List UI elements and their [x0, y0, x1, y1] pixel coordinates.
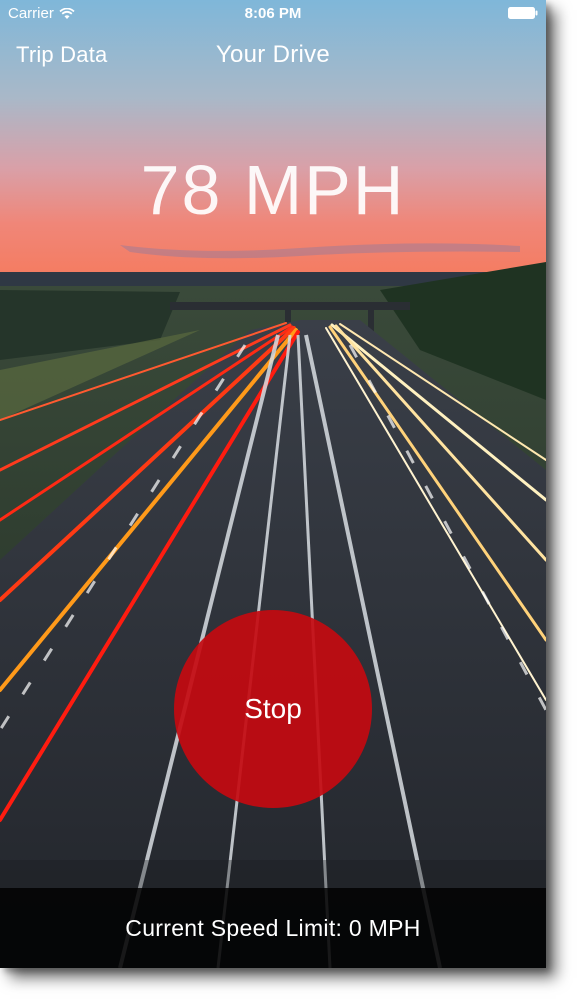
app-screen: Carrier 8:06 PM Trip Data Your Drive 78 …: [0, 0, 546, 968]
current-speed-display: 78 MPH: [140, 151, 406, 229]
page-title: Your Drive: [215, 41, 331, 68]
speed-limit-label: Current Speed Limit: 0 MPH: [125, 914, 421, 941]
stop-button[interactable]: Stop: [174, 610, 372, 808]
battery-icon: [508, 7, 538, 19]
speed-limit-bar: Current Speed Limit: 0 MPH: [0, 888, 546, 968]
background-photo-highway: [0, 0, 546, 968]
status-time: 8:06 PM: [244, 5, 302, 22]
status-bar: Carrier 8:06 PM: [0, 0, 546, 28]
